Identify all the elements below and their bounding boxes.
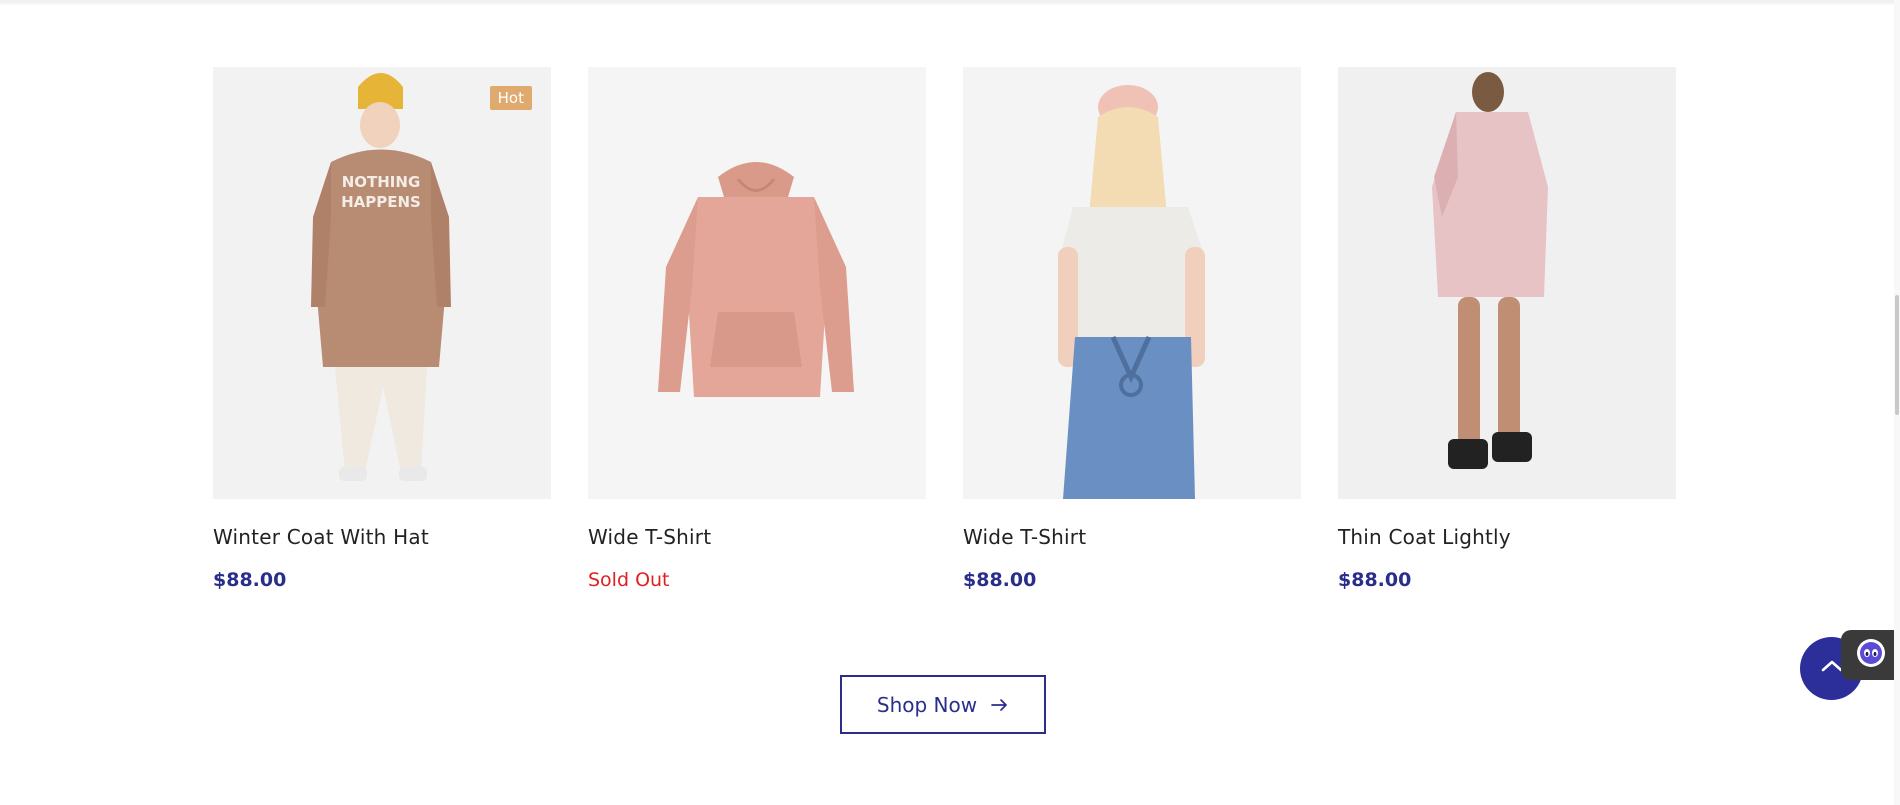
product-image[interactable] <box>1338 67 1676 499</box>
chatbot-icon <box>1854 636 1888 675</box>
product-name[interactable]: Wide T-Shirt <box>963 525 1301 549</box>
sold-out-label: Sold Out <box>588 569 670 591</box>
svg-text:NOTHING: NOTHING <box>342 173 421 191</box>
shop-now-label: Shop Now <box>876 692 978 717</box>
product-grid: NOTHING HAPPENS Hot Winter Coat With Hat… <box>213 67 1676 591</box>
product-card[interactable]: Thin Coat Lightly $88.00 <box>1338 67 1676 591</box>
pink-hoodie-illustration <box>588 67 926 499</box>
product-price: $88.00 <box>963 569 1037 591</box>
product-price: $88.00 <box>213 569 287 591</box>
scrollbar-thumb[interactable] <box>1895 295 1899 415</box>
model-cardigan-illustration <box>1338 67 1676 499</box>
product-price: $88.00 <box>1338 569 1412 591</box>
product-name[interactable]: Wide T-Shirt <box>588 525 926 549</box>
shop-now-button[interactable]: Shop Now <box>840 675 1046 734</box>
product-name[interactable]: Winter Coat With Hat <box>213 525 551 549</box>
product-image[interactable] <box>588 67 926 499</box>
arrow-right-icon <box>991 693 1009 717</box>
model-hoodie-illustration: NOTHING HAPPENS <box>213 67 551 499</box>
product-image[interactable] <box>963 67 1301 499</box>
hot-badge: Hot <box>489 86 532 110</box>
product-name[interactable]: Thin Coat Lightly <box>1338 525 1676 549</box>
product-card[interactable]: Wide T-Shirt Sold Out <box>588 67 926 591</box>
product-card[interactable]: Wide T-Shirt $88.00 <box>963 67 1301 591</box>
product-image[interactable]: NOTHING HAPPENS Hot <box>213 67 551 499</box>
header-divider <box>0 0 1900 3</box>
chat-widget-button[interactable] <box>1841 630 1900 680</box>
product-card[interactable]: NOTHING HAPPENS Hot Winter Coat With Hat… <box>213 67 551 591</box>
chevron-up-icon <box>1820 658 1844 679</box>
model-overalls-illustration <box>963 67 1301 499</box>
svg-text:HAPPENS: HAPPENS <box>341 193 421 211</box>
